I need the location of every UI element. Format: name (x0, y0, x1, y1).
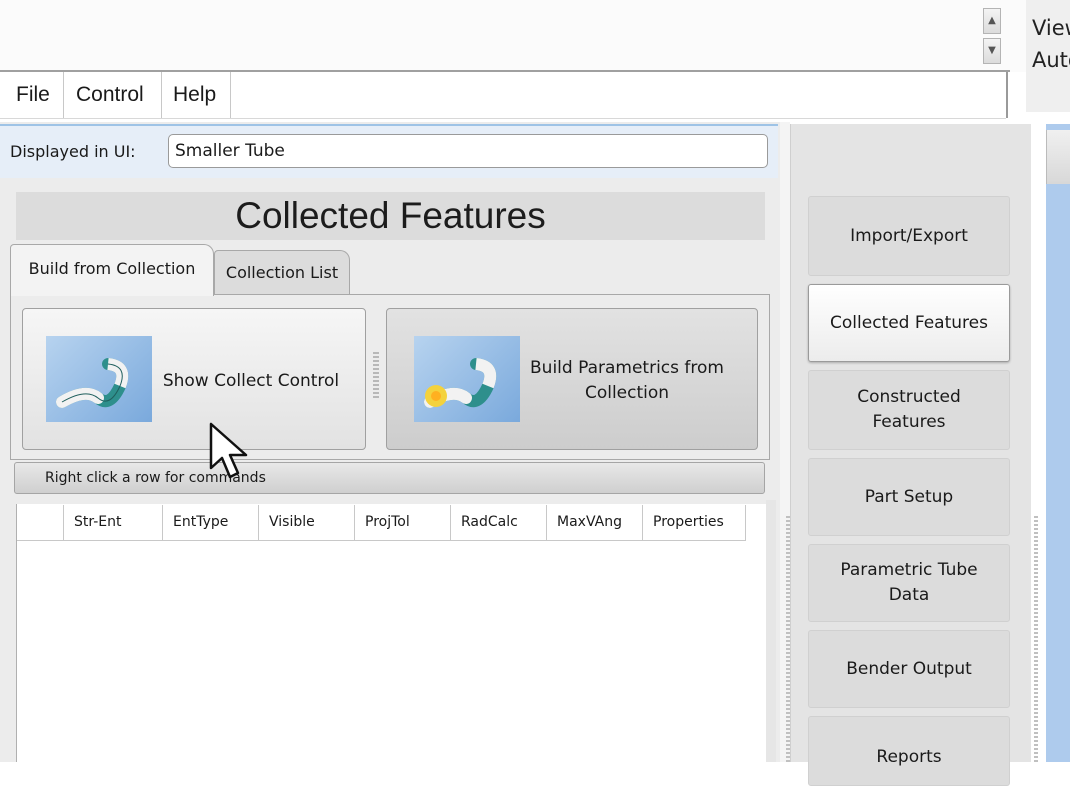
nav-import-export[interactable]: Import/Export (808, 196, 1010, 276)
build-parametrics-label: Build Parametrics from Collection (530, 358, 724, 403)
scroll-up-button[interactable]: ▲ (983, 8, 1001, 34)
menu-control[interactable]: Control (76, 72, 144, 118)
column-header-enttype[interactable]: EntType (163, 505, 259, 541)
nav-part-setup[interactable]: Part Setup (808, 458, 1010, 536)
displayed-in-ui-label: Displayed in UI: (10, 142, 136, 161)
viewport-panel[interactable] (1046, 124, 1070, 762)
column-header-properties[interactable]: Properties (643, 505, 746, 541)
scroll-down-button[interactable]: ▼ (983, 38, 1001, 64)
column-header-visible[interactable]: Visible (259, 505, 355, 541)
column-header-str-ent[interactable]: Str-Ent (64, 505, 163, 541)
table-header-row: Str-Ent EntType Visible ProjTol RadCalc … (17, 505, 746, 541)
features-table[interactable] (16, 504, 767, 762)
menu-help[interactable]: Help (173, 72, 216, 118)
tube-build-icon (414, 336, 520, 422)
menu-file[interactable]: File (16, 72, 50, 118)
auto-label: Auto (1032, 48, 1070, 72)
column-header-maxvang[interactable]: MaxVAng (547, 505, 643, 541)
mouse-cursor-icon (208, 421, 254, 487)
tube-icon (46, 336, 152, 422)
show-collect-control-label: Show Collect Control (162, 371, 340, 391)
menu-separator (230, 72, 231, 118)
tab-build-from-collection[interactable]: Build from Collection (10, 244, 214, 296)
column-header-radcalc[interactable]: RadCalc (451, 505, 547, 541)
nav-bender-output[interactable]: Bender Output (808, 630, 1010, 708)
splitter-grip[interactable] (1034, 516, 1038, 762)
tab-collection-list[interactable]: Collection List (214, 250, 350, 294)
splitter-grip[interactable] (373, 352, 379, 400)
displayed-in-ui-field[interactable] (168, 134, 768, 168)
view-label: View (1032, 16, 1070, 40)
menu-end-edge (1006, 72, 1008, 118)
column-header-select[interactable] (17, 505, 64, 541)
top-strip (0, 0, 1070, 72)
table-right-edge (766, 500, 776, 762)
menu-bar (0, 72, 1006, 119)
nav-reports[interactable]: Reports (808, 716, 1010, 786)
nav-collected-features[interactable]: Collected Features (808, 284, 1010, 362)
column-header-projtol[interactable]: ProjTol (355, 505, 451, 541)
nav-parametric-tube-data[interactable]: Parametric Tube Data (808, 544, 1010, 622)
page-title: Collected Features (235, 195, 546, 236)
menu-separator (63, 72, 64, 118)
menu-separator (161, 72, 162, 118)
viewport-header (1046, 130, 1070, 184)
nav-constructed-features[interactable]: Constructed Features (808, 370, 1010, 450)
